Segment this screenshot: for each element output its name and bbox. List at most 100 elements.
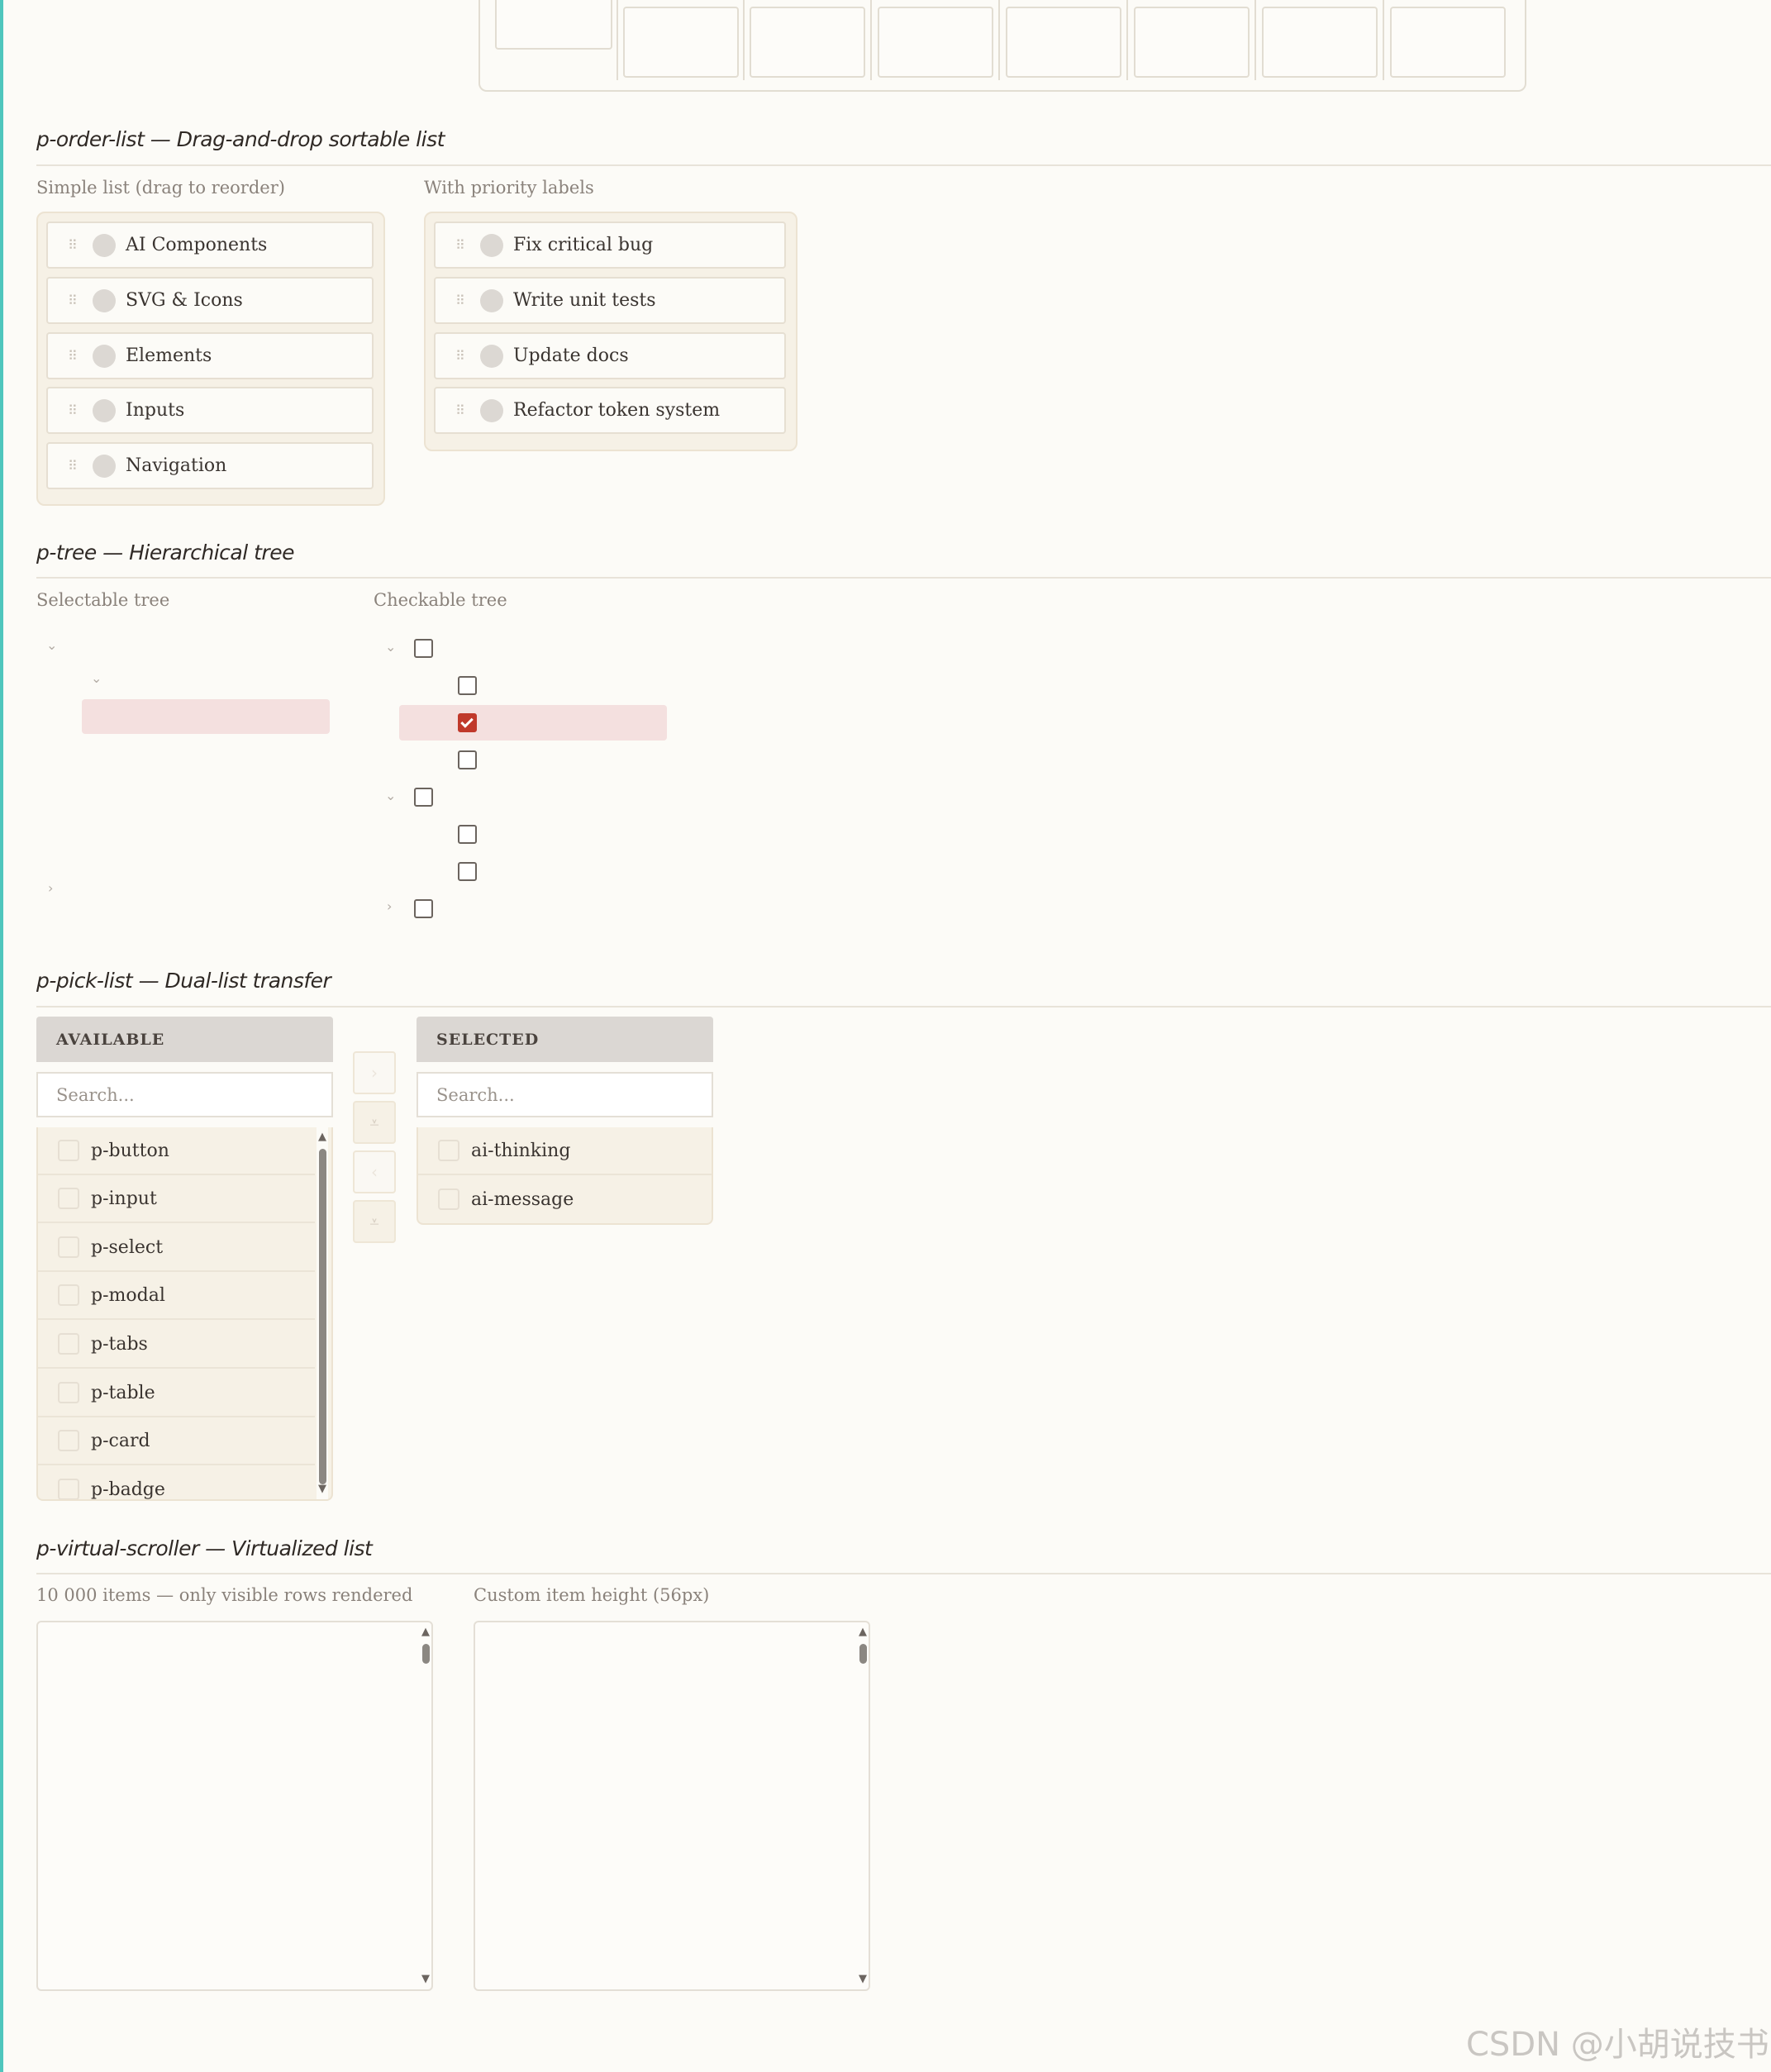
calendar-cell[interactable] — [623, 7, 739, 78]
tree-node-checkbox[interactable] — [414, 788, 433, 807]
item-checkbox[interactable] — [58, 1430, 79, 1451]
order-item[interactable]: ⠿ Elements — [46, 332, 374, 379]
chevron-right-icon[interactable]: › — [48, 880, 53, 896]
list-item[interactable]: p-badge — [38, 1466, 315, 1499]
order-item[interactable]: ⠿ SVG & Icons — [46, 277, 374, 324]
item-checkbox[interactable] — [58, 1140, 79, 1161]
list-item[interactable]: p-input — [38, 1175, 315, 1223]
section-title-order-list: p-order-list — Drag-and-drop sortable li… — [36, 127, 445, 151]
watermark: CSDN @小胡说技书 — [1466, 2026, 1769, 2064]
item-checkbox[interactable] — [58, 1382, 79, 1403]
order-item-label: Refactor token system — [513, 400, 721, 421]
list-item[interactable]: ai-thinking — [418, 1127, 712, 1175]
order-item[interactable]: ⠿ Inputs — [46, 387, 374, 434]
order-item-label: Inputs — [126, 400, 185, 421]
drag-handle-icon[interactable]: ⠿ — [455, 402, 472, 418]
scrollbar[interactable]: ▲ ▼ — [420, 1622, 431, 1989]
calendar-cell[interactable] — [750, 7, 865, 78]
drag-handle-icon[interactable]: ⠿ — [68, 458, 84, 474]
order-item[interactable]: ⠿ Update docs — [434, 332, 786, 379]
drag-handle-icon[interactable]: ⠿ — [68, 293, 84, 308]
item-avatar-dot — [93, 344, 116, 368]
item-checkbox[interactable] — [58, 1236, 79, 1258]
tree-node-checkbox[interactable] — [414, 639, 433, 658]
item-checkbox[interactable] — [58, 1284, 79, 1306]
chevron-right-icon[interactable]: › — [387, 898, 392, 914]
chevron-down-icon[interactable]: ⌄ — [385, 639, 396, 655]
order-item[interactable]: ⠿ Refactor token system — [434, 387, 786, 434]
scroll-up-arrow-icon[interactable]: ▲ — [857, 1626, 869, 1638]
available-search-input[interactable] — [36, 1072, 333, 1117]
drag-handle-icon[interactable]: ⠿ — [68, 348, 84, 364]
section-divider — [36, 577, 1771, 579]
tree-node-selected[interactable] — [82, 699, 330, 734]
scrollbar-thumb[interactable] — [859, 1644, 867, 1664]
order-item[interactable]: ⠿ Write unit tests — [434, 277, 786, 324]
calendar-cell[interactable] — [1390, 7, 1506, 78]
tree-node-checkbox[interactable] — [458, 676, 477, 695]
list-item[interactable]: p-select — [38, 1224, 315, 1272]
calendar-divider — [1126, 0, 1128, 80]
order-item[interactable]: ⠿ Navigation — [46, 442, 374, 489]
list-item-label: ai-thinking — [471, 1140, 571, 1161]
list-item[interactable]: p-card — [38, 1417, 315, 1465]
chevron-down-icon[interactable]: ⌄ — [385, 788, 396, 803]
scrollbar-thumb[interactable] — [422, 1644, 430, 1664]
virtual-scroller-custom-height[interactable]: ▲ ▼ — [474, 1621, 870, 1991]
move-all-left-button[interactable]: ⩡ — [353, 1200, 396, 1243]
selectable-tree-label: Selectable tree — [36, 590, 170, 610]
drag-handle-icon[interactable]: ⠿ — [68, 402, 84, 418]
drag-handle-icon[interactable]: ⠿ — [455, 237, 472, 253]
tree-node-selected[interactable] — [399, 705, 667, 741]
list-item[interactable]: p-tabs — [38, 1321, 315, 1369]
list-item-label: p-select — [91, 1236, 164, 1258]
item-checkbox[interactable] — [58, 1188, 79, 1209]
drag-handle-icon[interactable]: ⠿ — [455, 293, 472, 308]
calendar-cell[interactable] — [495, 0, 612, 50]
tree-node-checkbox-checked[interactable] — [458, 713, 477, 732]
order-item[interactable]: ⠿ AI Components — [46, 221, 374, 269]
scroll-down-arrow-icon[interactable]: ▼ — [857, 1973, 869, 1985]
priority-list-label: With priority labels — [424, 178, 594, 198]
tree-node-checkbox[interactable] — [458, 862, 477, 881]
move-one-right-button[interactable]: › — [353, 1051, 396, 1094]
list-item[interactable]: p-table — [38, 1369, 315, 1417]
calendar-cell[interactable] — [1262, 7, 1378, 78]
drag-handle-icon[interactable]: ⠿ — [455, 348, 472, 364]
scroll-down-arrow-icon[interactable]: ▼ — [420, 1973, 431, 1985]
list-item[interactable]: ai-message — [418, 1175, 712, 1223]
list-item-label: p-input — [91, 1188, 157, 1209]
calendar-cell[interactable] — [878, 7, 993, 78]
selected-list: ai-thinking ai-message — [417, 1127, 713, 1225]
chevron-down-icon[interactable]: ⌄ — [91, 670, 102, 686]
tree-node-checkbox[interactable] — [414, 899, 433, 918]
list-item[interactable]: p-modal — [38, 1272, 315, 1320]
order-item[interactable]: ⠿ Fix critical bug — [434, 221, 786, 269]
scrollbar-thumb[interactable] — [319, 1149, 326, 1484]
move-one-left-button[interactable]: ‹ — [353, 1150, 396, 1193]
tree-node-checkbox[interactable] — [458, 750, 477, 769]
scroll-up-arrow-icon[interactable]: ▲ — [317, 1131, 328, 1143]
item-avatar-dot — [480, 288, 503, 312]
item-checkbox[interactable] — [58, 1333, 79, 1355]
move-all-right-button[interactable]: ⩡ — [353, 1101, 396, 1144]
scroll-up-arrow-icon[interactable]: ▲ — [420, 1626, 431, 1638]
calendar-cell[interactable] — [1134, 7, 1250, 78]
scroll-down-arrow-icon[interactable]: ▼ — [317, 1483, 328, 1495]
tree-node-checkbox[interactable] — [458, 825, 477, 844]
calendar-divider — [1383, 0, 1384, 80]
item-checkbox[interactable] — [438, 1188, 459, 1210]
virtual-scroller-default[interactable]: ▲ ▼ — [36, 1621, 433, 1991]
scrollbar[interactable]: ▲ ▼ — [857, 1622, 869, 1989]
calendar-divider — [617, 0, 618, 80]
chevron-down-icon[interactable]: ⌄ — [46, 637, 57, 653]
item-checkbox[interactable] — [438, 1140, 459, 1161]
list-item[interactable]: p-button — [38, 1127, 315, 1175]
item-checkbox[interactable] — [58, 1479, 79, 1499]
left-accent-bar — [0, 0, 3, 2072]
drag-handle-icon[interactable]: ⠿ — [68, 237, 84, 253]
available-list-header: AVAILABLE — [36, 1017, 333, 1062]
calendar-cell[interactable] — [1006, 7, 1121, 78]
selected-search-input[interactable] — [417, 1072, 713, 1117]
scrollbar[interactable]: ▲ ▼ — [317, 1127, 328, 1499]
